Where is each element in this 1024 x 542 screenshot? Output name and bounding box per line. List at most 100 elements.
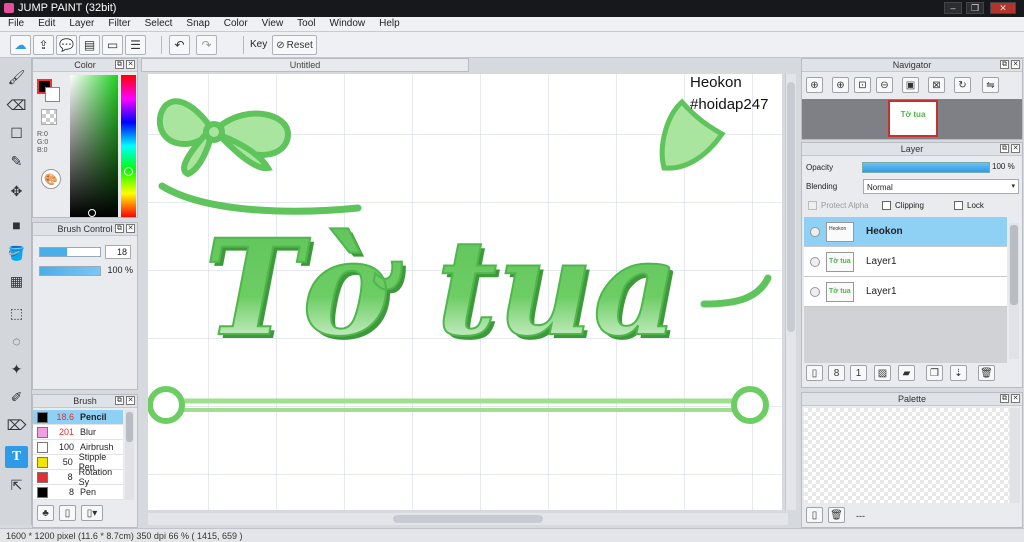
panel-close-icon[interactable]: ✕: [126, 60, 135, 69]
visibility-icon[interactable]: [810, 226, 820, 237]
rectangle-tool-icon[interactable]: ☐: [5, 122, 28, 144]
operation-tool-icon[interactable]: ⇱: [5, 474, 28, 496]
panel-close-icon[interactable]: ✕: [1011, 394, 1020, 403]
reset-button[interactable]: ⊘ Reset: [272, 35, 317, 55]
undo-icon[interactable]: ↶: [169, 35, 190, 55]
layer-row-layer1[interactable]: Tờ tua Layer1: [804, 277, 1007, 307]
fit-window-icon[interactable]: ⊠: [928, 77, 945, 93]
brush-size-slider[interactable]: [39, 247, 101, 257]
message-icon[interactable]: ▤: [79, 35, 100, 55]
brush-opacity-slider[interactable]: [39, 266, 101, 276]
cloud-icon[interactable]: ☁: [10, 35, 31, 55]
delete-layer-icon[interactable]: 🗑: [978, 365, 995, 381]
pen-tool-icon[interactable]: ✎: [5, 150, 28, 172]
panel-close-icon[interactable]: ✕: [126, 224, 135, 233]
blending-select[interactable]: Normal ▾: [863, 179, 1019, 194]
clipping-checkbox[interactable]: [882, 201, 891, 210]
list-icon[interactable]: ☰: [125, 35, 146, 55]
vertical-scroll-thumb[interactable]: [787, 82, 795, 332]
zoom-out-icon[interactable]: ⊖: [876, 77, 893, 93]
panel-close-icon[interactable]: ✕: [126, 396, 135, 405]
zoom-plus-icon[interactable]: ⊕: [832, 77, 849, 93]
brush-menu-icon[interactable]: ▯▾: [81, 505, 103, 521]
close-icon[interactable]: ✕: [990, 2, 1016, 14]
comment-icon[interactable]: 💬: [56, 35, 77, 55]
brush-tool-icon[interactable]: 🖌: [5, 66, 28, 88]
zoom-in-icon[interactable]: ⊕: [806, 77, 823, 93]
menu-file[interactable]: File: [8, 17, 24, 31]
hue-slider[interactable]: [121, 75, 136, 217]
detach-icon[interactable]: ⧉: [115, 60, 124, 69]
restore-icon[interactable]: ❐: [966, 2, 984, 14]
menu-view[interactable]: View: [262, 17, 284, 31]
layer-list-scroll-thumb[interactable]: [1010, 225, 1018, 305]
layer-row-layer1[interactable]: Tờ tua Layer1: [804, 247, 1007, 277]
transparent-color-swatch[interactable]: [41, 109, 57, 125]
brush-item-pen[interactable]: 8 Pen: [33, 485, 123, 500]
brush-item-blur[interactable]: 201 Blur: [33, 425, 123, 440]
menu-color[interactable]: Color: [224, 17, 248, 31]
layer-list-scrollbar[interactable]: [1009, 223, 1019, 359]
panel-close-icon[interactable]: ✕: [1011, 60, 1020, 69]
background-color-swatch[interactable]: [45, 87, 60, 102]
new-brush-icon[interactable]: ▯: [59, 505, 76, 521]
text-tool-icon[interactable]: T: [5, 446, 28, 468]
detach-icon[interactable]: ⧉: [115, 224, 124, 233]
halftone-layer-icon[interactable]: ▨: [874, 365, 891, 381]
fill-rect-tool-icon[interactable]: ■: [5, 214, 28, 236]
menu-window[interactable]: Window: [330, 17, 366, 31]
actual-size-icon[interactable]: ▣: [902, 77, 919, 93]
new-palette-icon[interactable]: ▯: [806, 507, 823, 523]
rect-select-tool-icon[interactable]: ⬚: [5, 302, 28, 324]
document-tab[interactable]: Untitled: [141, 58, 469, 72]
merge-layer-icon[interactable]: ⇣: [950, 365, 967, 381]
menu-layer[interactable]: Layer: [69, 17, 94, 31]
minimize-icon[interactable]: ‒: [944, 2, 962, 14]
magic-wand-tool-icon[interactable]: ✦: [5, 358, 28, 380]
new-layer-icon[interactable]: ▯: [806, 365, 823, 381]
detach-icon[interactable]: ⧉: [1000, 144, 1009, 153]
folder-icon[interactable]: ▰: [898, 365, 915, 381]
lasso-tool-icon[interactable]: ◌: [5, 330, 28, 352]
detach-icon[interactable]: ⧉: [1000, 60, 1009, 69]
fit-icon[interactable]: ⊡: [854, 77, 871, 93]
share-icon[interactable]: ⇪: [33, 35, 54, 55]
layer-opacity-slider[interactable]: [862, 162, 990, 173]
visibility-icon[interactable]: [810, 256, 820, 267]
menu-filter[interactable]: Filter: [108, 17, 130, 31]
visibility-icon[interactable]: [810, 286, 820, 297]
brush-item-rotation-symmetry[interactable]: 8 Rotation Sy: [33, 467, 123, 487]
select-pen-tool-icon[interactable]: ✐: [5, 386, 28, 408]
palette-scrollbar[interactable]: [1010, 408, 1020, 503]
palette-picker-icon[interactable]: 🎨: [41, 169, 61, 189]
eraser-tool-icon[interactable]: ⌫: [5, 94, 28, 116]
protect-alpha-option[interactable]: Protect Alpha: [808, 201, 869, 210]
brush-item-pencil[interactable]: 18.6 Pencil: [33, 410, 123, 425]
horizontal-scroll-thumb[interactable]: [393, 515, 543, 523]
horizontal-scrollbar[interactable]: [148, 513, 788, 525]
select-eraser-tool-icon[interactable]: ⌦: [5, 414, 28, 436]
lock-checkbox[interactable]: [954, 201, 963, 210]
saturation-value-picker[interactable]: [70, 75, 118, 217]
document-icon[interactable]: ▭: [102, 35, 123, 55]
redo-icon[interactable]: ↷: [196, 35, 217, 55]
bucket-tool-icon[interactable]: 🪣: [5, 242, 28, 264]
menu-tool[interactable]: Tool: [297, 17, 315, 31]
protect-alpha-checkbox[interactable]: [808, 201, 817, 210]
layer-row-heokon[interactable]: Heokon Heokon: [804, 217, 1007, 247]
menu-help[interactable]: Help: [379, 17, 400, 31]
brush-size-field[interactable]: 18: [105, 245, 131, 259]
lock-option[interactable]: Lock: [954, 201, 984, 210]
brush-list-scrollbar[interactable]: [125, 410, 134, 500]
delete-palette-icon[interactable]: 🗑: [828, 507, 845, 523]
brush-list-scroll-thumb[interactable]: [126, 412, 133, 442]
menu-snap[interactable]: Snap: [186, 17, 209, 31]
clipping-option[interactable]: Clipping: [882, 201, 924, 210]
move-tool-icon[interactable]: ✥: [5, 180, 28, 202]
gradient-tool-icon[interactable]: ▦: [5, 270, 28, 292]
navigator-thumbnail[interactable]: Tờ tua: [888, 100, 938, 137]
menu-edit[interactable]: Edit: [38, 17, 55, 31]
add-brush-icon[interactable]: ♣: [37, 505, 54, 521]
panel-close-icon[interactable]: ✕: [1011, 144, 1020, 153]
rotate-icon[interactable]: ↻: [954, 77, 971, 93]
